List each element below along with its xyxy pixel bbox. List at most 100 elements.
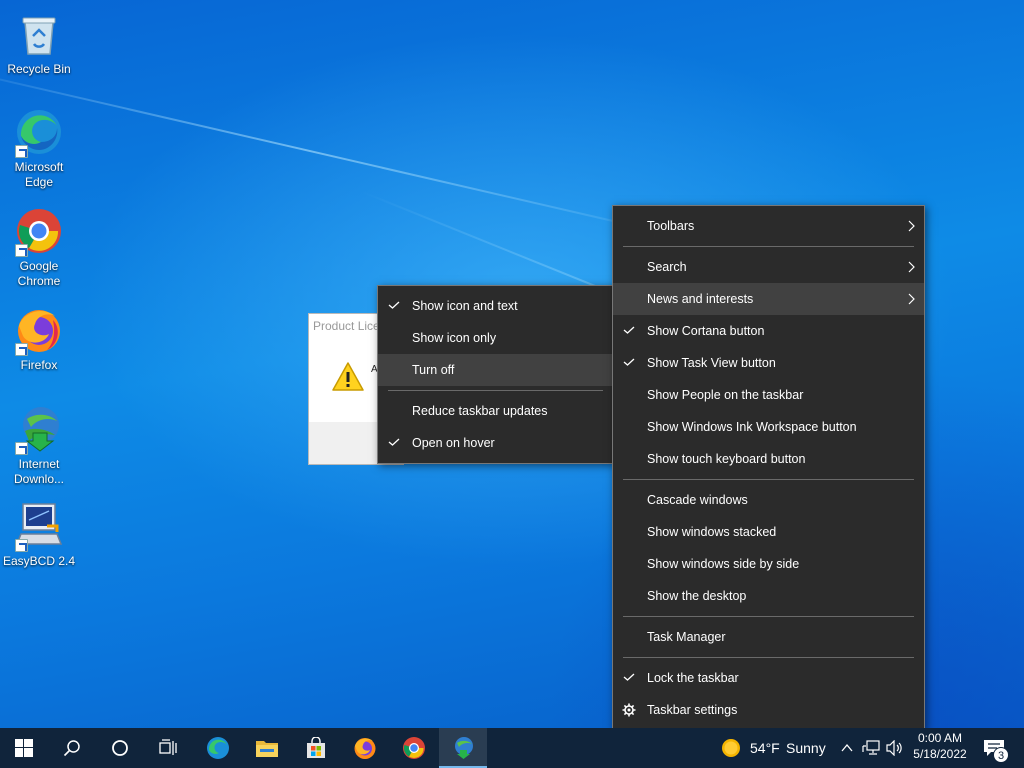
checkmark-icon (623, 358, 635, 366)
clock-date: 5/18/2022 (913, 747, 967, 761)
shortcut-arrow-icon (15, 145, 28, 158)
firefox-icon (354, 738, 376, 759)
firefox-icon (13, 304, 65, 356)
menu-item-news-and-interests[interactable]: News and interests (613, 283, 924, 315)
menu-item-show-windows-side-by-side[interactable]: Show windows side by side (613, 548, 924, 580)
edge-icon (207, 737, 229, 759)
menu-item-show-icon-only[interactable]: Show icon only (378, 322, 613, 354)
menu-item-label: Show People on the taskbar (647, 388, 804, 402)
taskbar-store-button[interactable] (292, 728, 340, 768)
menu-item-show-people[interactable]: Show People on the taskbar (613, 379, 924, 411)
menu-item-open-on-hover[interactable]: Open on hover (378, 427, 613, 459)
search-button[interactable] (48, 728, 96, 768)
menu-item-label: Open on hover (412, 436, 495, 450)
menu-separator (388, 390, 603, 391)
taskbar[interactable]: 54°F Sunny 0:00 AM 5/18/2022 3 (0, 728, 1024, 768)
menu-item-show-windows-stacked[interactable]: Show windows stacked (613, 516, 924, 548)
task-view-icon (159, 739, 177, 755)
chrome-icon (13, 205, 65, 257)
desktop-icon-microsoft-edge[interactable]: Microsoft Edge (1, 106, 77, 190)
menu-item-show-task-view-button[interactable]: Show Task View button (613, 347, 924, 379)
chevron-right-icon (908, 293, 915, 305)
volume-icon[interactable] (886, 740, 904, 756)
menu-item-label: Show Task View button (647, 356, 776, 370)
menu-item-label: Lock the taskbar (647, 671, 739, 685)
menu-item-task-manager[interactable]: Task Manager (613, 621, 924, 653)
desktop-icon-label: Firefox (20, 358, 58, 372)
warning-icon (331, 361, 365, 393)
taskbar-file-explorer-button[interactable] (243, 728, 291, 768)
menu-item-show-cortana-button[interactable]: Show Cortana button (613, 315, 924, 347)
desktop-icon-recycle-bin[interactable]: Recycle Bin (1, 8, 77, 77)
menu-item-label: Taskbar settings (647, 703, 738, 717)
news-and-interests-submenu: Show icon and text Show icon only Turn o… (377, 285, 614, 464)
wallpaper-light-beam (0, 60, 700, 242)
menu-item-show-icon-and-text[interactable]: Show icon and text (378, 290, 613, 322)
desktop-icon-firefox[interactable]: Firefox (1, 304, 77, 373)
menu-separator (623, 616, 914, 617)
menu-item-reduce-taskbar-updates[interactable]: Reduce taskbar updates (378, 395, 613, 427)
chevron-right-icon (908, 261, 915, 273)
chrome-icon (403, 737, 425, 759)
action-center-button[interactable]: 3 (978, 728, 1024, 768)
taskbar-edge-button[interactable] (194, 728, 242, 768)
desktop-icon-label: Recycle Bin (7, 62, 71, 76)
desktop-icon-label: Google Chrome (17, 259, 61, 288)
checkmark-icon (388, 301, 400, 309)
taskbar-chrome-button[interactable] (390, 728, 438, 768)
sun-icon (722, 739, 740, 757)
taskbar-firefox-button[interactable] (341, 728, 389, 768)
desktop-icon-easybcd[interactable]: EasyBCD 2.4 (1, 500, 77, 569)
search-icon (63, 740, 80, 757)
cortana-icon (112, 740, 128, 756)
desktop-icon-internet-download-manager[interactable]: Internet Downlo... (1, 403, 77, 487)
menu-item-show-touch-keyboard[interactable]: Show touch keyboard button (613, 443, 924, 475)
menu-item-label: Show icon and text (412, 299, 518, 313)
easybcd-icon (13, 500, 65, 552)
menu-separator (623, 657, 914, 658)
chevron-up-icon[interactable] (840, 741, 854, 755)
shortcut-arrow-icon (15, 539, 28, 552)
menu-item-label: Show icon only (412, 331, 497, 345)
checkmark-icon (623, 326, 635, 334)
shortcut-arrow-icon (15, 343, 28, 356)
task-view-button[interactable] (144, 728, 192, 768)
file-explorer-icon (256, 741, 278, 757)
menu-item-label: Show windows side by side (647, 557, 800, 571)
menu-item-label: Show windows stacked (647, 525, 777, 539)
desktop-icon-label: Microsoft Edge (14, 160, 64, 189)
menu-item-show-the-desktop[interactable]: Show the desktop (613, 580, 924, 612)
menu-item-label: Show touch keyboard button (647, 452, 806, 466)
menu-item-label: Search (647, 260, 687, 274)
network-icon[interactable] (862, 740, 882, 756)
internet-download-manager-icon (455, 737, 473, 759)
shortcut-arrow-icon (15, 442, 28, 455)
desktop-icon-google-chrome[interactable]: Google Chrome (1, 205, 77, 289)
menu-item-label: Turn off (412, 363, 455, 377)
clock[interactable]: 0:00 AM 5/18/2022 (908, 728, 972, 768)
menu-item-toolbars[interactable]: Toolbars (613, 210, 924, 242)
desktop-icon-label: Internet Downlo... (13, 457, 65, 486)
menu-item-cascade-windows[interactable]: Cascade windows (613, 484, 924, 516)
weather-widget[interactable]: 54°F Sunny (718, 728, 830, 768)
recycle-bin-icon (13, 8, 65, 60)
menu-item-label: Cascade windows (647, 493, 748, 507)
weather-condition: Sunny (786, 740, 826, 756)
checkmark-icon (388, 438, 400, 446)
taskbar-idm-button[interactable] (439, 728, 487, 768)
start-button[interactable] (0, 728, 48, 768)
menu-item-turn-off[interactable]: Turn off (378, 354, 613, 386)
menu-item-label: Reduce taskbar updates (412, 404, 548, 418)
menu-item-show-windows-ink[interactable]: Show Windows Ink Workspace button (613, 411, 924, 443)
gear-icon (622, 703, 636, 717)
menu-item-label: Toolbars (647, 219, 695, 233)
menu-separator (623, 246, 914, 247)
cortana-button[interactable] (96, 728, 144, 768)
menu-item-search[interactable]: Search (613, 251, 924, 283)
shortcut-arrow-icon (15, 244, 28, 257)
menu-item-label: News and interests (647, 292, 754, 306)
menu-item-lock-the-taskbar[interactable]: Lock the taskbar (613, 662, 924, 694)
windows-start-icon (15, 739, 33, 757)
menu-separator (623, 479, 914, 480)
menu-item-taskbar-settings[interactable]: Taskbar settings (613, 694, 924, 726)
